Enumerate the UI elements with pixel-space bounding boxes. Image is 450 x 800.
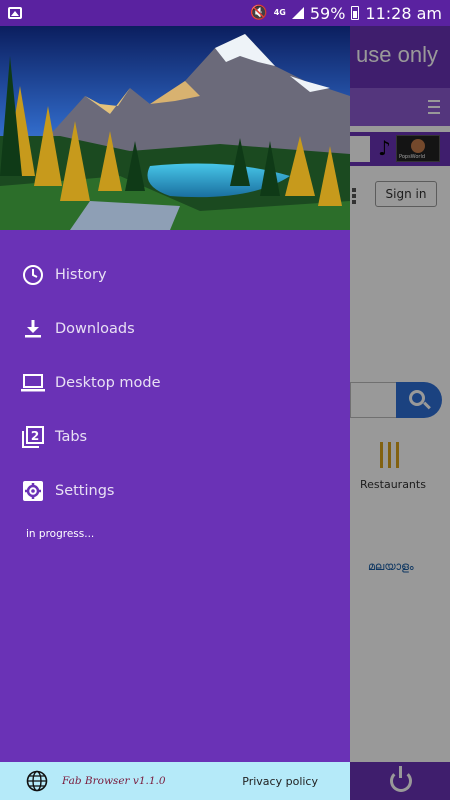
battery-percentage: 59% [309, 3, 346, 23]
menu-item-downloads[interactable]: Downloads [0, 302, 350, 356]
svg-text:2: 2 [31, 429, 39, 443]
network-label: 4G [273, 8, 286, 17]
menu-label-tabs: Tabs [55, 429, 88, 445]
tabs-icon: 2 [21, 425, 45, 449]
drawer-scrim[interactable] [350, 26, 450, 800]
download-icon [21, 317, 45, 341]
drawer-menu: History Downloads Desktop mode 2 Tabs Se… [0, 248, 350, 518]
menu-item-desktop-mode[interactable]: Desktop mode [0, 356, 350, 410]
status-bar: 🔇 4G 59% 11:28 am [0, 0, 450, 26]
signal-icon [291, 7, 304, 19]
menu-item-history[interactable]: History [0, 248, 350, 302]
navigation-drawer: History Downloads Desktop mode 2 Tabs Se… [0, 26, 350, 800]
progress-text: in progress... [26, 528, 95, 540]
clock-icon [21, 263, 45, 287]
gear-icon [21, 479, 45, 503]
app-version: Fab Browser v1.1.0 [62, 775, 166, 787]
clock-time: 11:28 am [365, 3, 442, 23]
menu-item-settings[interactable]: Settings [0, 464, 350, 518]
drawer-footer: Fab Browser v1.1.0 Privacy policy [0, 762, 350, 800]
menu-label-downloads: Downloads [55, 321, 135, 337]
globe-icon[interactable] [26, 770, 48, 792]
menu-item-tabs[interactable]: 2 Tabs [0, 410, 350, 464]
laptop-icon [21, 371, 45, 395]
battery-icon [351, 6, 360, 20]
menu-label-settings: Settings [55, 483, 115, 499]
menu-label-desktop-mode: Desktop mode [55, 375, 161, 391]
drawer-header-image [0, 26, 350, 230]
privacy-policy-link[interactable]: Privacy policy [242, 775, 318, 788]
gallery-icon [8, 7, 22, 19]
menu-label-history: History [55, 267, 107, 283]
mute-icon: 🔇 [250, 5, 268, 21]
